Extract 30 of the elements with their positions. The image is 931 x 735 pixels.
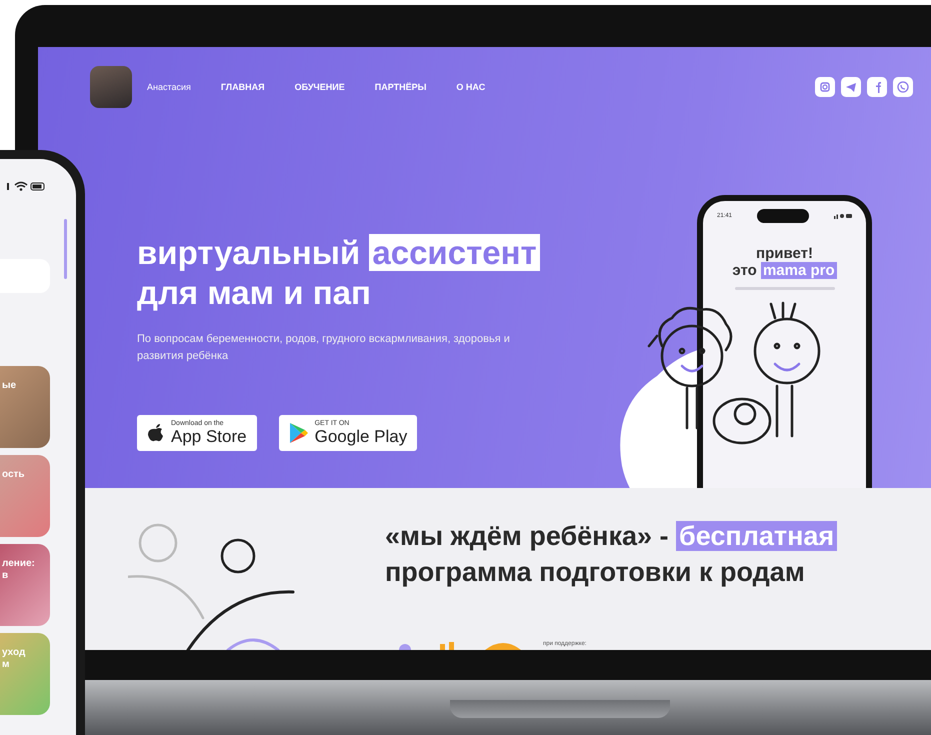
camera-icon[interactable]	[815, 77, 835, 97]
dynamic-island	[757, 208, 809, 222]
photo-card[interactable]: ость	[0, 455, 50, 537]
play-triangle-icon	[288, 422, 309, 444]
card-title: ление:	[2, 558, 36, 570]
photo-card[interactable]: уход м	[0, 633, 50, 715]
program-heading: «мы ждём ребёнка» - бесплатная программа подготовки к родам	[385, 518, 838, 590]
nav-link[interactable]: ОБУЧЕНИЕ	[294, 82, 345, 92]
card-title: м	[2, 659, 10, 671]
scroll-indicator	[64, 219, 67, 279]
photo-card[interactable]: ые	[0, 366, 50, 448]
nav-link[interactable]: ПАРТНЁРЫ	[374, 82, 426, 92]
hero-description: По вопросам беременности, родов, грудного вскармливания, здоровья и развития ребёнка	[137, 332, 511, 364]
phone-bubble-icon[interactable]	[893, 77, 913, 97]
photo-card[interactable]: ление: в	[0, 544, 50, 626]
card-title: в	[2, 570, 10, 582]
paper-plane-icon[interactable]	[841, 77, 861, 97]
card-title: уход	[2, 647, 26, 659]
avatar-photo-placeholder	[90, 66, 132, 108]
card-title: ость	[2, 469, 26, 481]
letter-f-icon[interactable]	[867, 77, 887, 97]
hero-heading: виртуальный ассистент для мам и пап	[137, 232, 697, 312]
card-title: ые	[2, 380, 18, 392]
status-icons	[834, 212, 852, 218]
greeting-heading: привет! это mama pro	[732, 244, 837, 278]
status-icons	[7, 181, 47, 191]
nav-link[interactable]: ГЛАВНАЯ	[220, 82, 265, 92]
user-name-link[interactable]: Анастасия	[147, 82, 191, 92]
apple-icon	[147, 422, 165, 442]
nav-link[interactable]: О НАС	[456, 82, 486, 92]
